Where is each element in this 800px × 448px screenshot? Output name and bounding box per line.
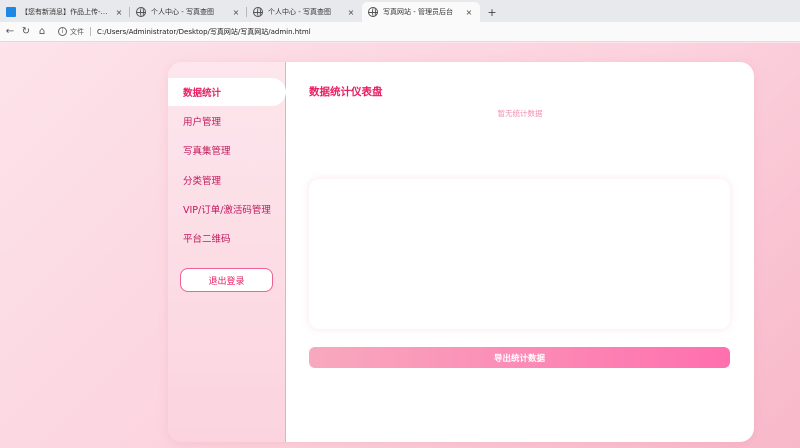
sidebar-item-categories[interactable]: 分类管理 xyxy=(168,166,286,194)
back-arrow-icon[interactable]: ← xyxy=(2,24,18,40)
browser-tab-3[interactable]: 个人中心 - 写真查图 × xyxy=(247,2,362,22)
browser-tab-4[interactable]: 写真网站 - 管理员后台 × xyxy=(362,2,480,22)
sidebar-item-users[interactable]: 用户管理 xyxy=(168,107,286,135)
home-icon[interactable]: ⌂ xyxy=(34,24,50,40)
sidebar-item-qrcode[interactable]: 平台二维码 xyxy=(168,224,286,252)
sidebar-item-albums[interactable]: 写真集管理 xyxy=(168,136,286,164)
main-content: 数据统计仪表盘 暂无统计数据 导出统计数据 xyxy=(286,62,754,442)
export-stats-button[interactable]: 导出统计数据 xyxy=(309,347,730,368)
logout-button[interactable]: 退出登录 xyxy=(180,268,273,292)
page-title: 数据统计仪表盘 xyxy=(309,86,383,98)
browser-tab-2[interactable]: 个人中心 - 写真查图 × xyxy=(130,2,247,22)
admin-panel: 数据统计 用户管理 写真集管理 分类管理 VIP/订单/激活码管理 平台二维码 … xyxy=(168,62,754,442)
close-icon[interactable]: × xyxy=(231,8,241,17)
address-bar: ← ↻ ⌂ i 文件 C:/Users/Administrator/Deskto… xyxy=(0,22,800,42)
app-icon xyxy=(6,7,16,17)
close-icon[interactable]: × xyxy=(346,8,356,17)
tab-title: 【您有新消息】作品上传-程序员... xyxy=(21,8,110,16)
chart-container xyxy=(309,179,730,329)
globe-icon xyxy=(136,7,146,17)
file-label: 文件 xyxy=(70,27,84,36)
tab-title: 个人中心 - 写真查图 xyxy=(268,8,331,16)
new-tab-button[interactable]: + xyxy=(484,4,500,20)
tab-title: 个人中心 - 写真查图 xyxy=(151,8,214,16)
url-field[interactable]: C:/Users/Administrator/Desktop/写真网站/写真网站… xyxy=(97,27,311,37)
tab-title: 写真网站 - 管理员后台 xyxy=(383,8,453,16)
close-icon[interactable]: × xyxy=(114,8,124,17)
globe-icon xyxy=(253,7,263,17)
page-background: 数据统计 用户管理 写真集管理 分类管理 VIP/订单/激活码管理 平台二维码 … xyxy=(0,43,800,448)
browser-tab-1[interactable]: 【您有新消息】作品上传-程序员... × xyxy=(0,2,130,22)
sidebar: 数据统计 用户管理 写真集管理 分类管理 VIP/订单/激活码管理 平台二维码 … xyxy=(168,62,286,442)
empty-state-text: 暂无统计数据 xyxy=(497,109,543,118)
sidebar-item-vip-orders[interactable]: VIP/订单/激活码管理 xyxy=(168,195,286,223)
info-icon[interactable]: i xyxy=(58,27,67,36)
browser-tab-bar: 【您有新消息】作品上传-程序员... × 个人中心 - 写真查图 × 个人中心 … xyxy=(0,0,800,22)
globe-icon xyxy=(368,7,378,17)
sidebar-item-stats[interactable]: 数据统计 xyxy=(168,78,286,106)
reload-icon[interactable]: ↻ xyxy=(18,24,34,40)
close-icon[interactable]: × xyxy=(464,8,474,17)
